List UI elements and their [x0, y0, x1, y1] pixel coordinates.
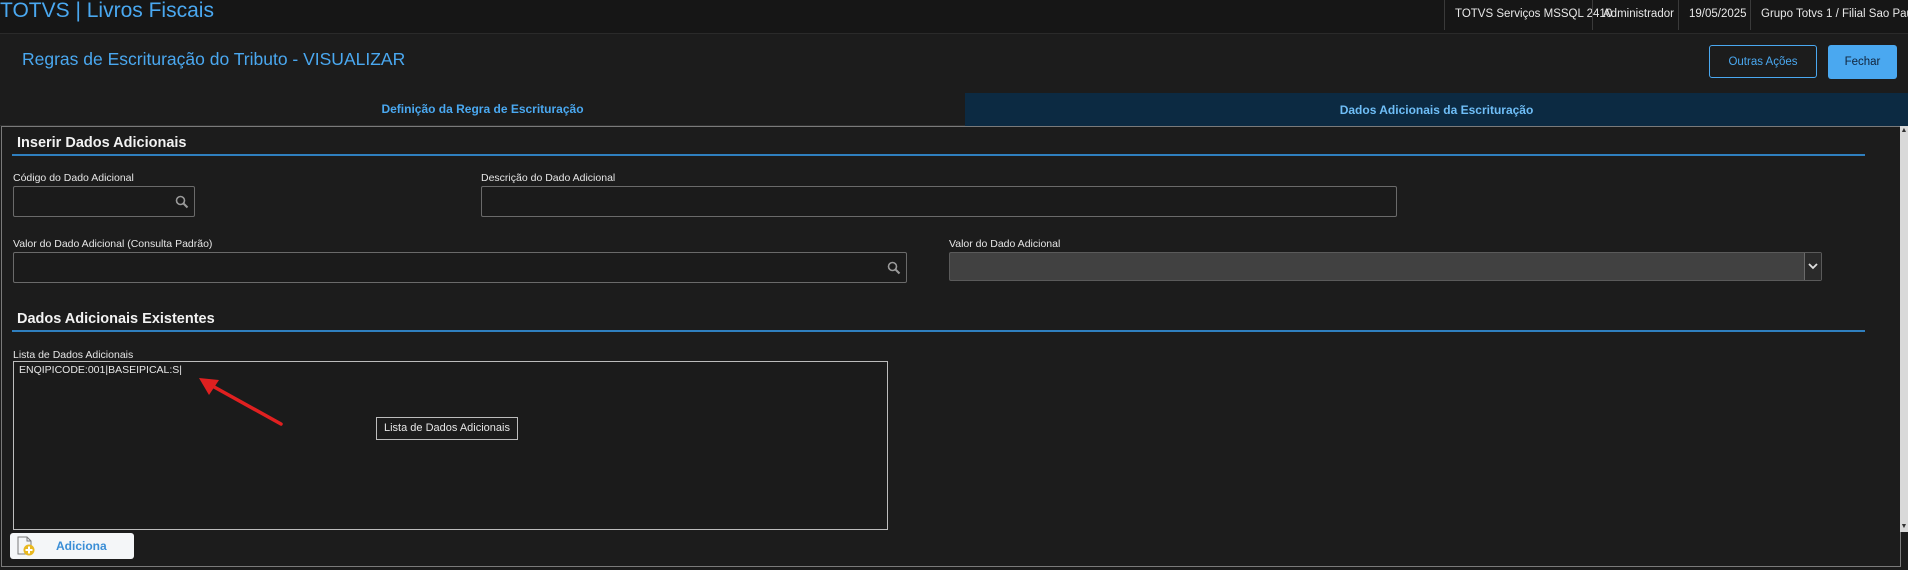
app-title: TOTVS | Livros Fiscais — [0, 0, 214, 22]
scroll-down-icon[interactable]: ▼ — [1900, 522, 1908, 532]
list-content: ENQIPICODE:001|BASEIPICAL:S| — [19, 364, 183, 376]
date-label[interactable]: 19/05/2025 — [1678, 0, 1750, 30]
additional-data-list[interactable]: ENQIPICODE:001|BASEIPICAL:S| — [13, 361, 888, 530]
top-bar: TOTVS | Livros Fiscais TOTVS Serviços MS… — [0, 0, 1908, 34]
add-button-label: Adiciona — [56, 539, 107, 553]
annotation-arrow-icon — [199, 378, 283, 426]
value-select[interactable] — [949, 252, 1822, 281]
branch-label[interactable]: Grupo Totvs 1 / Filial Sao Paulo — [1750, 0, 1908, 30]
search-icon[interactable] — [887, 261, 901, 275]
add-button[interactable]: Adiciona — [10, 533, 134, 559]
value-select-label: Valor do Dado Adicional — [949, 238, 1061, 250]
list-tooltip: Lista de Dados Adicionais — [376, 417, 518, 440]
other-actions-button[interactable]: Outras Ações — [1709, 45, 1817, 78]
close-button[interactable]: Fechar — [1828, 45, 1897, 79]
user-label[interactable]: Administrador — [1592, 0, 1678, 30]
tab-additional-data[interactable]: Dados Adicionais da Escrituração — [965, 93, 1908, 126]
tab-rule-definition[interactable]: Definição da Regra de Escrituração — [0, 93, 965, 126]
vertical-scrollbar[interactable]: ▲ ▼ — [1900, 126, 1908, 532]
session-info: TOTVS Serviços MSSQL 2410 Administrador … — [1444, 0, 1908, 30]
description-field-label: Descrição do Dado Adicional — [481, 172, 616, 184]
list-field-label: Lista de Dados Adicionais — [13, 349, 134, 361]
insert-section-title: Inserir Dados Adicionais — [17, 135, 187, 151]
chevron-down-icon[interactable] — [1804, 253, 1821, 280]
code-field-label: Código do Dado Adicional — [13, 172, 134, 184]
tab-bar: Definição da Regra de Escrituração Dados… — [0, 93, 1908, 126]
existing-section-divider — [12, 330, 1865, 332]
existing-section-title: Dados Adicionais Existentes — [17, 311, 215, 327]
page-title: Regras de Escrituração do Tributo - VISU… — [22, 49, 406, 69]
value-lookup-field-label: Valor do Dado Adicional (Consulta Padrão… — [13, 238, 213, 250]
code-field[interactable] — [13, 186, 195, 217]
search-icon[interactable] — [175, 195, 189, 209]
environment-label: TOTVS Serviços MSSQL 2410 — [1444, 0, 1612, 30]
value-lookup-field[interactable] — [13, 252, 907, 283]
insert-section-divider — [12, 154, 1865, 156]
description-field[interactable] — [481, 186, 1397, 217]
add-document-icon — [17, 536, 35, 556]
scroll-up-icon[interactable]: ▲ — [1900, 126, 1908, 136]
